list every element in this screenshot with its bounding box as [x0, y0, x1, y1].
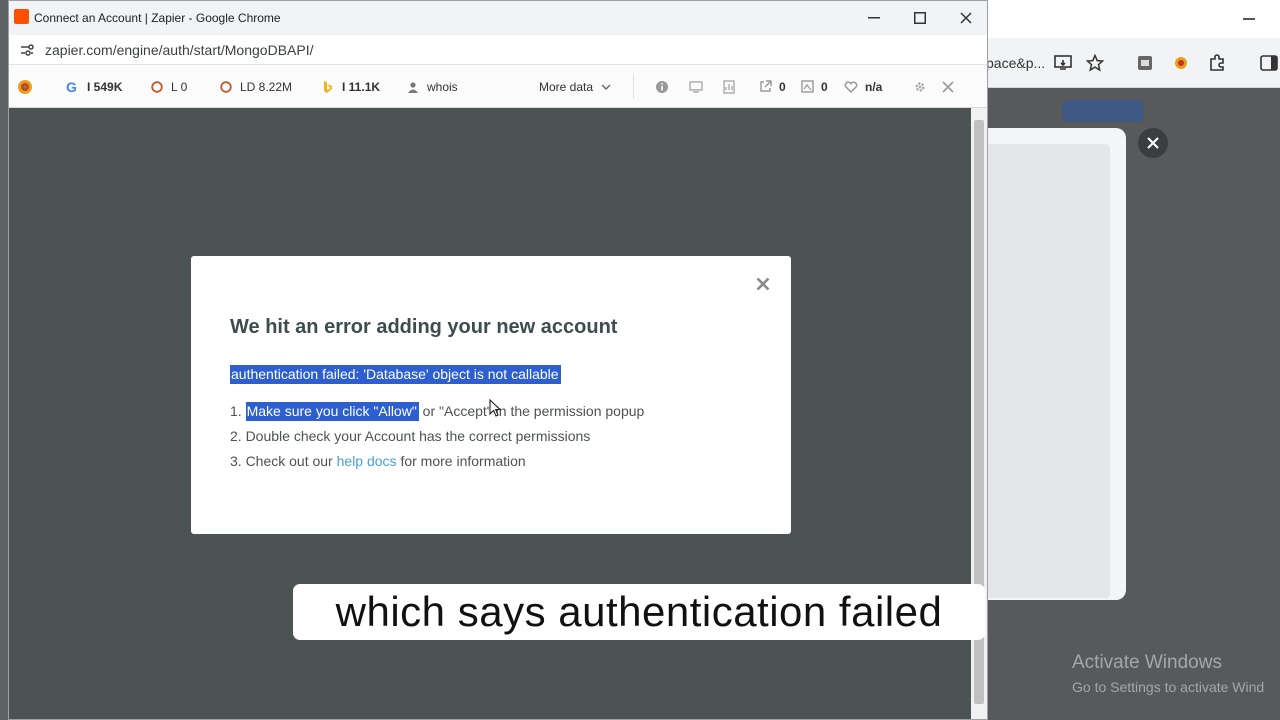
background-toolbar: pace&p... [986, 38, 1280, 88]
maximize-button[interactable] [897, 1, 943, 35]
bing-icon [320, 79, 336, 95]
page-stats-icon[interactable] [723, 65, 735, 108]
backlinks-value: 0 [821, 79, 828, 94]
help-docs-link[interactable]: help docs [337, 453, 397, 469]
text-cursor-icon [489, 399, 502, 417]
settings-gear-icon[interactable] [913, 65, 927, 108]
heart-icon [843, 79, 859, 95]
whois-link[interactable]: whois [405, 65, 458, 108]
close-toolbar-icon[interactable] [942, 65, 954, 108]
link-domains-metric[interactable]: LD 8.22M [218, 65, 292, 108]
window-title: Connect an Account | Zapier - Google Chr… [34, 11, 281, 25]
video-caption: which says authentication failed [293, 584, 985, 640]
minimize-icon [868, 17, 880, 19]
step-3-after: for more information [396, 453, 526, 469]
bing-index-metric[interactable]: I 11.1K [320, 65, 380, 108]
blurred-button [1062, 100, 1144, 122]
extension-image-icon[interactable] [1134, 52, 1156, 74]
link-count-value: L 0 [171, 79, 188, 94]
window-title-bar: Connect an Account | Zapier - Google Chr… [9, 1, 987, 35]
site-info-icon[interactable] [19, 42, 35, 58]
step-1: 1. Make sure you click "Allow" or "Accep… [230, 399, 644, 424]
watermark-line2: Go to Settings to activate Wind [1072, 679, 1265, 695]
toolbar-divider [633, 73, 634, 99]
image-links-icon [799, 79, 815, 95]
step-3: 3. Check out our help docs for more info… [230, 449, 644, 474]
background-browser-window: pace&p... Activate Windows Go to Setting… [986, 0, 1280, 720]
bing-index-value: I 11.1K [342, 79, 381, 94]
close-window-button[interactable] [943, 1, 989, 35]
side-panel-icon[interactable] [1258, 52, 1280, 74]
google-index-metric[interactable]: G I 549K [65, 65, 122, 108]
minimize-icon[interactable] [1243, 18, 1255, 20]
address-bar[interactable]: zapier.com/engine/auth/start/MongoDBAPI/ [9, 35, 987, 65]
step-1-rest: or "Accept" in the permission popup [418, 403, 645, 419]
error-dialog: We hit an error adding your new account … [191, 256, 791, 534]
background-modal-content [986, 144, 1110, 598]
semrush-circle-icon [149, 79, 165, 95]
external-links-metric[interactable]: 0 [757, 65, 786, 108]
zapier-favicon [14, 9, 29, 24]
step-2: 2. Double check your Account has the cor… [230, 428, 591, 444]
svg-text:G: G [66, 80, 77, 94]
step-1-highlight: Make sure you click "Allow" [245, 402, 419, 421]
troubleshooting-steps: 1. Make sure you click "Allow" or "Accep… [230, 399, 644, 474]
more-data-label: More data [539, 79, 594, 94]
rating-metric[interactable]: n/a [843, 65, 882, 108]
external-link-icon [757, 79, 773, 95]
seo-logo-icon[interactable] [17, 65, 33, 108]
error-message: authentication failed: 'Database' object… [230, 363, 561, 385]
background-close-button[interactable] [1138, 128, 1168, 158]
step-1-number: 1. [230, 403, 242, 419]
display-icon[interactable] [689, 65, 703, 108]
background-modal-panel [986, 128, 1126, 600]
semrush-circle-icon [218, 79, 234, 95]
seo-toolbar: G I 549K L 0 LD 8.22M I 11.1K whois More… [9, 65, 987, 108]
dialog-title: We hit an error adding your new account [230, 316, 618, 338]
external-links-value: 0 [779, 79, 786, 94]
cast-icon[interactable] [1052, 52, 1074, 74]
background-page: Activate Windows Go to Settings to activ… [986, 88, 1280, 720]
watermark-line1: Activate Windows [1072, 652, 1222, 673]
error-message-text: authentication failed: 'Database' object… [230, 365, 561, 384]
rating-value: n/a [865, 79, 883, 94]
close-icon [756, 277, 770, 291]
google-icon: G [65, 79, 81, 95]
bookmark-star-icon[interactable] [1084, 52, 1106, 74]
dialog-close-button[interactable] [751, 272, 775, 296]
maximize-icon [914, 12, 926, 24]
whois-label: whois [427, 79, 458, 94]
step-3-before: 3. Check out our [230, 453, 337, 469]
url-text[interactable]: zapier.com/engine/auth/start/MongoDBAPI/ [45, 35, 313, 65]
backlinks-metric[interactable]: 0 [799, 65, 828, 108]
link-count-metric[interactable]: L 0 [149, 65, 187, 108]
background-url-tail[interactable]: pace&p... [986, 52, 1052, 74]
minimize-button[interactable] [851, 1, 897, 35]
google-index-value: I 549K [87, 79, 123, 94]
link-domains-value: LD 8.22M [240, 79, 293, 94]
close-icon [1147, 137, 1159, 149]
chevron-down-icon [598, 79, 614, 95]
extensions-puzzle-icon[interactable] [1206, 52, 1228, 74]
seo-extension-icon[interactable] [1170, 52, 1192, 74]
background-title-bar [986, 0, 1280, 38]
info-icon[interactable] [655, 65, 669, 108]
more-data-dropdown[interactable]: More data [539, 65, 620, 108]
user-icon [405, 79, 421, 95]
activate-windows-watermark: Activate Windows Go to Settings to activ… [1072, 652, 1264, 698]
close-icon [960, 12, 972, 24]
